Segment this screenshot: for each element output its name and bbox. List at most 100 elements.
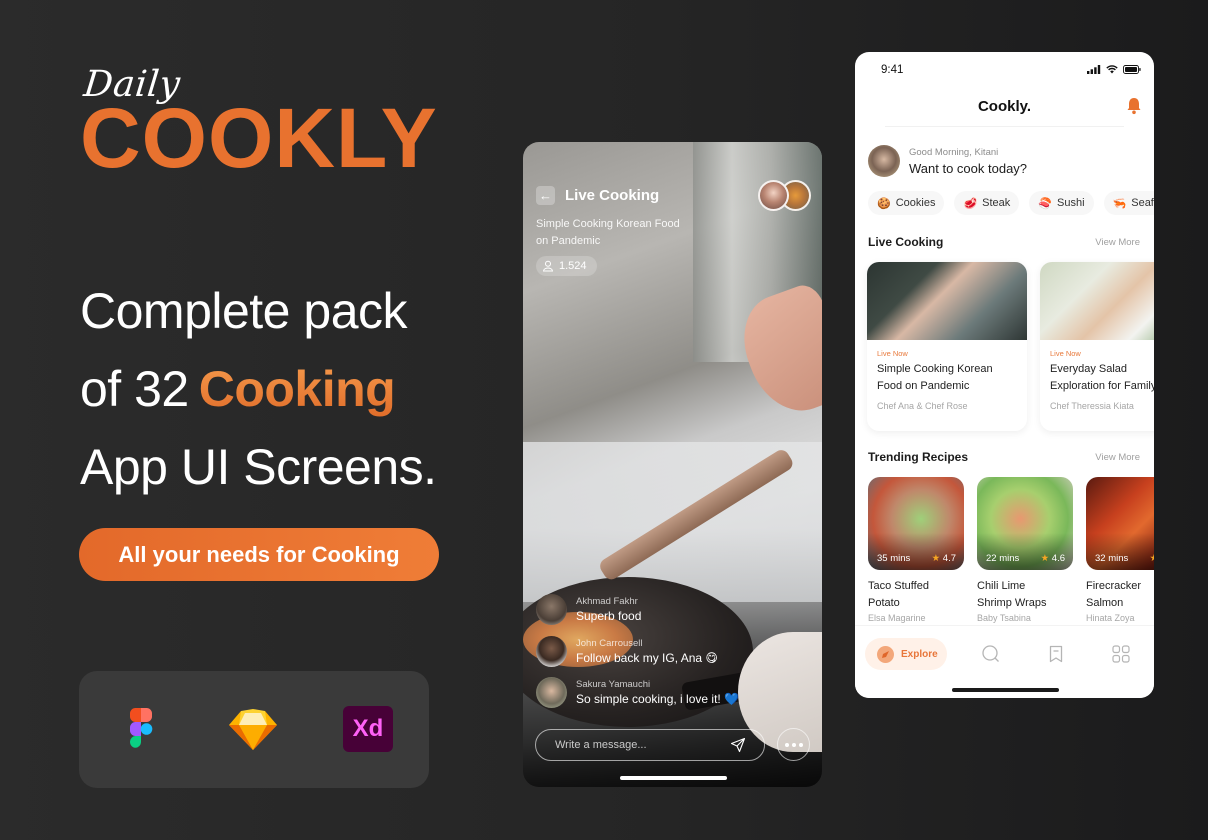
compass-icon [877, 645, 894, 663]
shrimp-icon: 🦐 [1112, 197, 1127, 210]
recipe-title: Chili Lime [977, 580, 1026, 592]
tab-search[interactable] [981, 644, 1001, 664]
message-bar: Write a message... [535, 728, 810, 761]
category-chip-steak[interactable]: 🥩 Steak [954, 191, 1020, 215]
category-chip-sushi[interactable]: 🍣 Sushi [1029, 191, 1094, 215]
recipe-title: Shrimp Wraps [977, 597, 1047, 609]
message-input[interactable]: Write a message... [535, 728, 765, 761]
recipe-image: 22 mins ★ 4.6 [977, 477, 1073, 570]
live-card-title: Exploration for Family [1050, 380, 1154, 392]
comment-item: John Carrousell Follow back my IG, Ana 😋 [536, 635, 816, 668]
battery-icon [1123, 65, 1141, 74]
cookie-icon: 🍪 [877, 197, 891, 210]
headline-accent: Cooking [198, 361, 396, 417]
live-cooking-heading: Live Cooking [868, 235, 944, 249]
recipe-card[interactable]: 35 mins ★ 4.7 Taco Stuffed Potato Elsa M… [868, 477, 964, 623]
greeting: Good Morning, Kitani [909, 147, 999, 158]
home-screen: 9:41 Cookly. Good Morning, Kitani Want t… [855, 52, 1154, 698]
recipe-image: 32 mins ★ 4.8 [1086, 477, 1154, 570]
chip-label: Sushi [1057, 197, 1085, 209]
comment-message: So simple cooking, i love it! 💙 [576, 692, 740, 706]
grid-icon [1112, 645, 1130, 663]
comment-author: Sakura Yamauchi [576, 679, 651, 690]
comment-item: Sakura Yamauchi So simple cooking, i lov… [536, 676, 816, 709]
live-now-badge: Live Now [1050, 349, 1081, 358]
recipe-chef: Baby Tsabina [977, 613, 1031, 623]
live-card-chef: Chef Ana & Chef Rose [877, 401, 968, 411]
brand-logo-text: COOKLY [80, 91, 438, 185]
host-avatars[interactable] [758, 180, 812, 212]
host-avatar[interactable] [758, 180, 789, 211]
star-icon: ★ [1149, 553, 1154, 564]
message-placeholder: Write a message... [555, 738, 647, 751]
category-chip-cookies[interactable]: 🍪 Cookies [868, 191, 945, 215]
comment-message: Follow back my IG, Ana 😋 [576, 650, 718, 665]
recipe-rating: 4.6 [1051, 553, 1065, 564]
user-avatar[interactable] [868, 145, 900, 177]
category-chips: 🍪 Cookies 🥩 Steak 🍣 Sushi 🦐 Seafood [868, 191, 1154, 215]
live-view-more-link[interactable]: View More [1095, 237, 1140, 248]
recipe-card[interactable]: 22 mins ★ 4.6 Chili Lime Shrimp Wraps Ba… [977, 477, 1073, 623]
steak-icon: 🥩 [963, 197, 978, 210]
user-icon [542, 260, 554, 272]
viewer-count-badge: 1.524 [536, 256, 597, 276]
tab-saved[interactable] [1046, 644, 1066, 664]
live-card[interactable]: Live Now Simple Cooking Korean Food on P… [867, 262, 1027, 431]
recipe-time: 22 mins [986, 553, 1020, 564]
comment-author: John Carrousell [576, 637, 643, 649]
live-card-title: Everyday Salad [1050, 363, 1128, 375]
figma-icon [129, 708, 153, 748]
comment-message: Superb food [576, 609, 642, 623]
category-chip-seafood[interactable]: 🦐 Seafood [1103, 191, 1154, 215]
viewer-count: 1.524 [559, 260, 587, 272]
live-cooking-screen: ← Live Cooking Simple Cooking Korean Foo… [523, 142, 822, 787]
live-card-title: Simple Cooking Korean [877, 363, 993, 375]
avatar [536, 677, 567, 708]
recipe-time: 32 mins [1095, 553, 1129, 564]
cta-button[interactable]: All your needs for Cooking [79, 528, 439, 581]
header-divider [885, 126, 1124, 127]
more-options-button[interactable] [777, 728, 810, 761]
recipe-time: 35 mins [877, 553, 911, 564]
chip-label: Cookies [895, 197, 936, 209]
live-header: ← Live Cooking [536, 186, 659, 205]
live-card[interactable]: Live Now Everyday Salad Exploration for … [1040, 262, 1154, 431]
sketch-icon [229, 709, 277, 750]
recipe-chef: Hinata Zoya [1086, 613, 1135, 623]
send-icon[interactable] [730, 737, 746, 753]
chip-label: Seafood [1131, 197, 1154, 209]
status-bar: 9:41 [855, 52, 1154, 88]
bell-icon[interactable] [1126, 97, 1142, 115]
recipe-card[interactable]: 32 mins ★ 4.8 Firecracker Salmon Hinata … [1086, 477, 1154, 623]
home-indicator [952, 688, 1059, 692]
back-button[interactable]: ← [536, 186, 555, 205]
headline: Complete pack of 32 Cooking App UI Screen… [80, 272, 500, 506]
status-time: 9:41 [881, 64, 904, 76]
tab-menu[interactable] [1111, 644, 1131, 664]
more-icon [784, 742, 789, 747]
trending-view-more-link[interactable]: View More [1095, 452, 1140, 463]
tab-explore[interactable]: Explore [865, 638, 947, 670]
live-card-image [867, 262, 1027, 340]
live-title: Live Cooking [565, 187, 660, 204]
live-card-title: Food on Pandemic [877, 380, 970, 392]
recipe-title: Salmon [1086, 597, 1124, 609]
signal-icon [1087, 65, 1101, 74]
recipe-title: Taco Stuffed [868, 580, 929, 592]
star-icon: ★ [931, 553, 941, 564]
bookmark-icon [1049, 645, 1063, 663]
trending-list: 35 mins ★ 4.7 Taco Stuffed Potato Elsa M… [868, 477, 1154, 623]
recipe-chef: Elsa Magarine [868, 613, 926, 623]
wifi-icon [1106, 65, 1118, 74]
xd-icon: Xd [343, 706, 393, 752]
design-tools-panel: Xd [79, 671, 429, 788]
app-title: Cookly. [977, 98, 1032, 115]
bottom-tab-bar: Explore [855, 625, 1154, 698]
avatar [536, 635, 567, 667]
comment-list: Akhmad Fakhr Superb food John Carrousell… [536, 593, 816, 718]
chip-label: Steak [982, 197, 1011, 209]
headline-count: of 32 [80, 361, 189, 417]
avatar [536, 594, 567, 625]
recipe-title: Potato [868, 597, 900, 609]
star-icon: ★ [1040, 553, 1050, 564]
